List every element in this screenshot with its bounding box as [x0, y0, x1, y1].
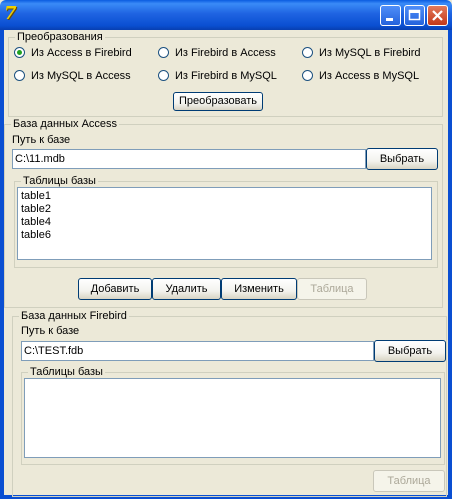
firebird-legend: База данных Firebird [21, 310, 127, 322]
title-bar[interactable]: 7 [0, 0, 452, 30]
radio-icon [302, 70, 313, 81]
convert-button[interactable]: Преобразовать [173, 92, 263, 111]
edit-button[interactable]: Изменить [221, 278, 297, 300]
firebird-browse-button[interactable]: Выбрать [374, 340, 446, 362]
access-table-button[interactable]: Таблица [297, 278, 367, 300]
access-browse-button[interactable]: Выбрать [366, 148, 438, 170]
conversion-legend: Преобразования [17, 31, 103, 43]
access-tables-legend: Таблицы базы [23, 175, 96, 187]
access-path-input[interactable]: C:\11.mdb [12, 149, 366, 169]
radio-icon [158, 70, 169, 81]
firebird-tables-listbox[interactable] [24, 378, 441, 458]
radio-icon [14, 70, 25, 81]
access-tables-listbox[interactable]: table1 table2 table4 table6 [17, 187, 432, 260]
access-legend: База данных Access [13, 118, 118, 130]
radio-access-to-firebird[interactable]: Из Access в Firebird [14, 46, 132, 60]
list-item[interactable]: table1 [21, 190, 428, 203]
window-frame-right [448, 30, 452, 499]
radio-access-to-mysql[interactable]: Из Access в MySQL [302, 69, 419, 83]
minimize-icon [386, 18, 393, 21]
access-path-label: Путь к базе [12, 134, 71, 146]
minimize-button[interactable] [380, 5, 401, 26]
radio-icon [158, 47, 169, 58]
firebird-path-input[interactable]: C:\TEST.fdb [21, 341, 374, 361]
firebird-path-label: Путь к базе [21, 325, 80, 337]
maximize-icon [408, 9, 421, 21]
close-icon [432, 10, 443, 21]
list-item[interactable]: table6 [21, 229, 428, 242]
radio-mysql-to-access[interactable]: Из MySQL в Access [14, 69, 131, 83]
radio-firebird-to-mysql[interactable]: Из Firebird в MySQL [158, 69, 277, 83]
main-window: 7 Преобразования Из Access в Firebird Из… [0, 0, 452, 499]
maximize-button[interactable] [404, 5, 425, 26]
radio-firebird-to-access[interactable]: Из Firebird в Access [158, 46, 276, 60]
add-button[interactable]: Добавить [78, 278, 152, 300]
firebird-table-button[interactable]: Таблица [373, 470, 445, 492]
radio-selected-icon [14, 47, 25, 58]
radio-mysql-to-firebird[interactable]: Из MySQL в Firebird [302, 46, 421, 60]
firebird-tables-legend: Таблицы базы [30, 366, 103, 378]
list-item[interactable]: table2 [21, 203, 428, 216]
delete-button[interactable]: Удалить [152, 278, 221, 300]
radio-icon [302, 47, 313, 58]
delphi-app-icon[interactable]: 7 [4, 4, 24, 24]
close-button[interactable] [427, 5, 448, 26]
list-item[interactable]: table4 [21, 216, 428, 229]
